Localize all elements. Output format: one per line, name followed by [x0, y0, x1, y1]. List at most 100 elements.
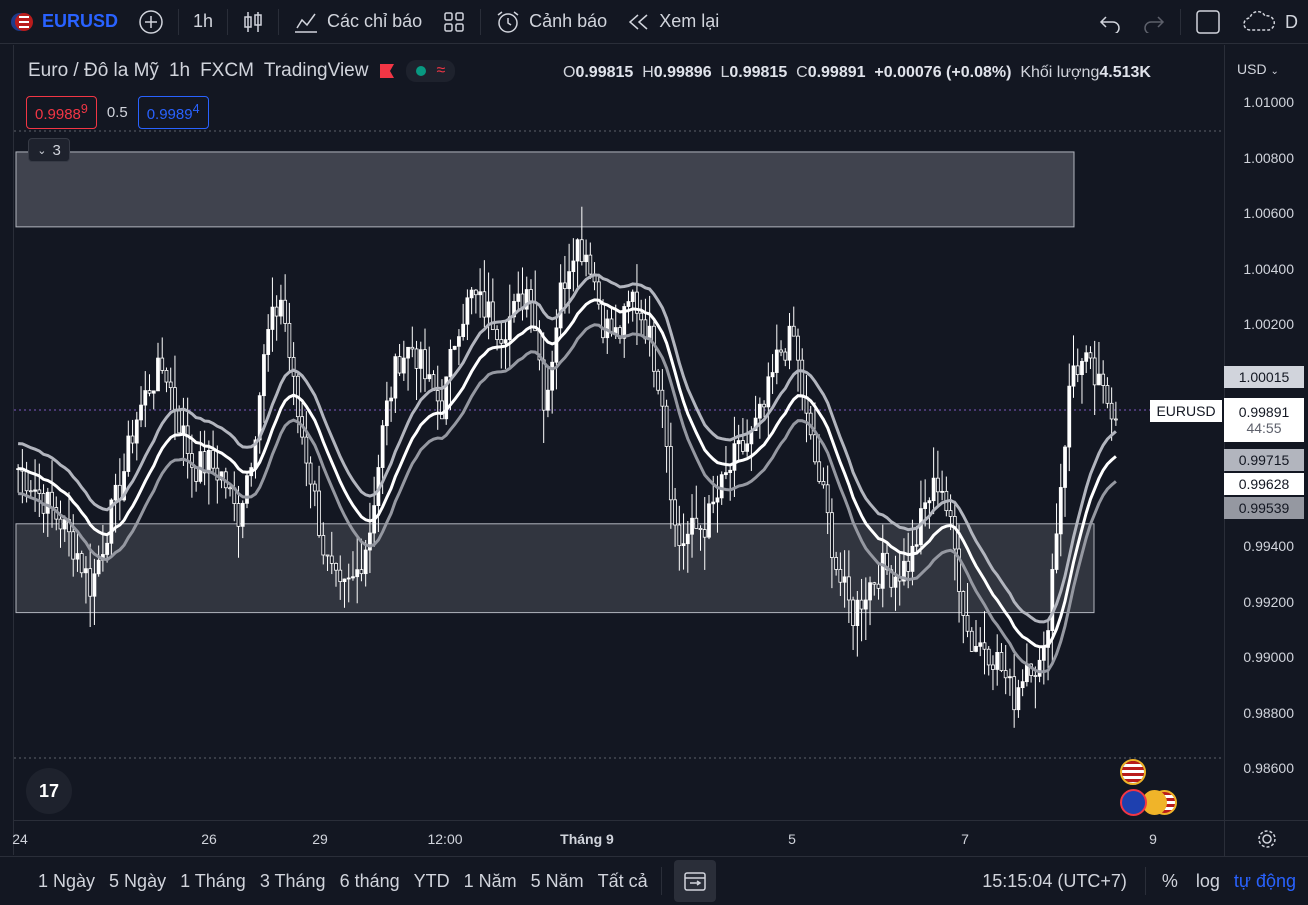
range-button[interactable]: YTD — [407, 871, 457, 892]
candle-body — [92, 573, 97, 597]
cloud-save-button[interactable]: D — [1231, 0, 1308, 44]
candle-body — [770, 372, 775, 378]
currency-selector[interactable]: USD ⌄ — [1237, 61, 1279, 77]
redo-button[interactable] — [1132, 0, 1176, 44]
candle-body — [397, 356, 402, 374]
layout-button[interactable] — [1185, 0, 1231, 44]
us-flag-icon — [1122, 761, 1144, 783]
chevron-down-icon: ⌄ — [37, 144, 47, 157]
range-button[interactable]: 1 Tháng — [173, 871, 253, 892]
calendar-range-icon — [683, 872, 706, 891]
percent-toggle[interactable]: % — [1152, 871, 1188, 892]
flag-marker-icon[interactable] — [378, 62, 396, 80]
candle-body — [673, 499, 677, 526]
open-value: 0.99815 — [575, 64, 634, 81]
candle-body — [1020, 681, 1025, 689]
candle-body — [948, 510, 953, 517]
axis-settings-button[interactable] — [1224, 820, 1308, 856]
range-button[interactable]: 1 Năm — [457, 871, 524, 892]
zone-rect[interactable] — [15, 151, 1075, 228]
undo-button[interactable] — [1088, 0, 1132, 44]
candle-body — [304, 436, 309, 464]
candle-body — [139, 404, 143, 421]
sell-button[interactable]: 0.99889 — [26, 96, 97, 129]
candle-body — [529, 289, 533, 303]
candle-body — [240, 502, 245, 527]
buy-price-sup: 4 — [192, 102, 200, 116]
volume-label: Khối lượng — [1020, 64, 1100, 81]
legend-title[interactable]: Euro / Đô la Mỹ — [28, 60, 159, 82]
flag-icon — [11, 12, 33, 31]
buy-button[interactable]: 0.99894 — [137, 96, 209, 129]
indicators-collapse-button[interactable]: ⌄ 3 — [28, 138, 70, 162]
time-tick-label: 7 — [961, 831, 969, 847]
candle-body — [872, 582, 877, 585]
candle-body — [410, 346, 415, 350]
candle-body — [338, 569, 343, 583]
indicators-button[interactable]: Các chỉ báo — [283, 0, 432, 44]
alert-button[interactable]: Cảnh báo — [485, 0, 617, 44]
range-button[interactable]: 6 tháng — [333, 871, 407, 892]
candle-body — [321, 535, 326, 556]
candle-body — [88, 568, 93, 597]
candle-body — [236, 503, 241, 527]
tv-logo-icon: 17 — [38, 780, 60, 801]
candle-body — [206, 449, 211, 474]
candle-body — [639, 312, 644, 321]
candle-body — [1113, 418, 1118, 421]
grid-icon — [444, 11, 464, 32]
event-marker-group[interactable] — [1120, 789, 1178, 817]
candle-body — [24, 470, 29, 492]
legend-exchange: FXCM — [200, 60, 254, 81]
price-chart[interactable] — [0, 45, 1308, 855]
candle-body — [414, 348, 419, 369]
date-range-button[interactable] — [673, 860, 716, 902]
price-tick-label: 1.00600 — [1243, 205, 1294, 221]
symbol-search[interactable]: EURUSD — [0, 0, 128, 44]
interval-button[interactable]: 1h — [183, 0, 223, 44]
candle-body — [724, 472, 728, 476]
range-button[interactable]: 1 Ngày — [31, 871, 102, 892]
candle-body — [291, 357, 296, 377]
candle-body — [164, 370, 169, 383]
candle-body — [766, 376, 771, 408]
add-symbol-button[interactable] — [128, 0, 174, 44]
candle-body — [986, 648, 991, 666]
candle-body — [1075, 365, 1080, 376]
candle-body — [160, 357, 165, 371]
event-marker-us[interactable] — [1120, 759, 1146, 785]
candle-body — [664, 405, 669, 447]
time-axis[interactable]: 24 26 29 12:00 Tháng 9 5 7 9 — [12, 820, 1224, 856]
candle-body — [965, 615, 970, 632]
price-tick-label: 0.99200 — [1243, 593, 1294, 610]
market-status-pill[interactable]: ≈ — [406, 60, 456, 82]
range-button[interactable]: Tất cả — [591, 871, 655, 892]
divider — [1144, 867, 1146, 895]
auto-scale-toggle[interactable]: tự động — [1228, 871, 1308, 892]
replay-button[interactable]: Xem lại — [617, 0, 729, 44]
candle-body — [71, 531, 76, 560]
price-tick-label: 0.99400 — [1243, 538, 1294, 554]
plus-circle-icon — [139, 9, 163, 34]
log-toggle[interactable]: log — [1188, 871, 1228, 892]
range-button[interactable]: 3 Tháng — [253, 871, 333, 892]
bar-countdown: 44:55 — [1246, 420, 1282, 436]
buy-price: 0.9989 — [146, 106, 193, 123]
range-button[interactable]: 5 Ngày — [102, 871, 173, 892]
range-button[interactable]: 5 Năm — [524, 871, 591, 892]
band-middle-label: 0.99628 — [1224, 473, 1304, 495]
bottom-bar: 1 Ngày 5 Ngày 1 Tháng 3 Tháng 6 tháng YTD 1 Nă… — [0, 856, 1308, 905]
candle-body — [287, 322, 292, 358]
candle-body — [893, 576, 898, 588]
tradingview-logo[interactable]: 17 — [26, 768, 72, 814]
chart-type-button[interactable] — [232, 0, 274, 44]
clock[interactable]: 15:15:04 (UTC+7) — [970, 871, 1139, 892]
candle-body — [647, 325, 652, 340]
templates-button[interactable] — [432, 0, 476, 44]
candle-body — [151, 390, 156, 394]
candle-body — [601, 303, 605, 339]
candle-body — [838, 569, 843, 583]
rewind-icon — [629, 13, 648, 30]
candle-body — [28, 490, 33, 493]
candle-body — [105, 542, 110, 555]
